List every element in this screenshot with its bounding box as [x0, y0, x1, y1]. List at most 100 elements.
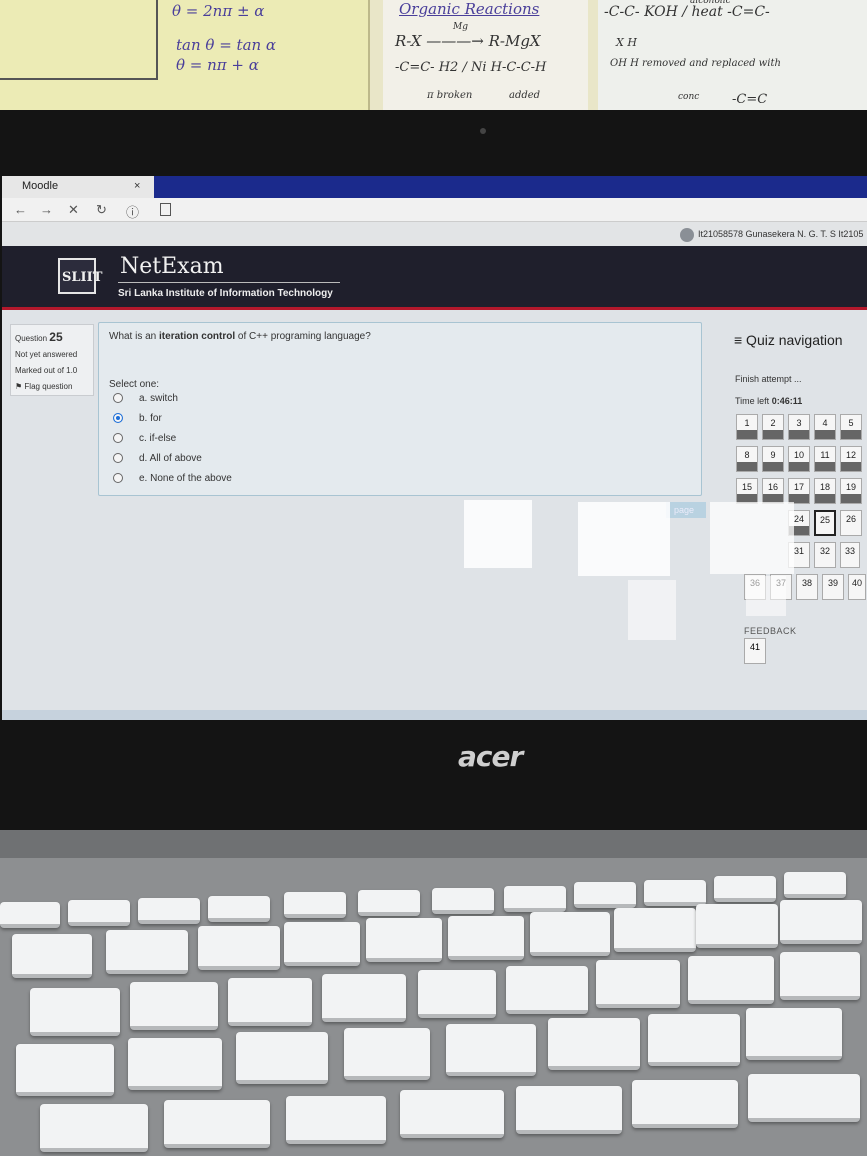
note-line: R-X ———→ R-MgX: [395, 32, 541, 50]
feedback-label: FEEDBACK: [744, 626, 797, 636]
keyboard-key: [418, 970, 496, 1018]
question-marks: Marked out of 1.0: [15, 366, 78, 375]
quiz-nav-button[interactable]: 26: [840, 510, 862, 536]
glare-reflection: [628, 580, 676, 640]
forward-arrow-icon[interactable]: →: [40, 202, 53, 217]
quiz-nav-button[interactable]: 33: [840, 542, 860, 568]
quiz-nav-button[interactable]: 12: [840, 446, 862, 472]
quiz-nav-button[interactable]: 3: [788, 414, 810, 440]
keyboard-key: [164, 1100, 270, 1148]
quiz-nav-button[interactable]: 38: [796, 574, 818, 600]
photo-scene: θ = 2nπ ± α tan θ = tan α θ = nπ + α Org…: [0, 0, 867, 1156]
quiz-nav-button[interactable]: 18: [814, 478, 836, 504]
site-info-icon[interactable]: ⓘ: [126, 202, 139, 221]
quiz-nav-button[interactable]: 10: [788, 446, 810, 472]
note-line: θ = nπ + α: [176, 56, 259, 74]
site-brand[interactable]: NetExam: [120, 254, 224, 279]
note-line: -C-C- KOH / heat -C=C-: [604, 4, 770, 20]
quiz-nav-button-current[interactable]: 25: [814, 510, 836, 536]
keyboard-key: [68, 900, 130, 926]
question-label: Question: [15, 334, 48, 343]
keyboard-key: [688, 956, 774, 1004]
user-strip: It21058578 Gunasekera N. G. T. S It2105: [2, 222, 867, 246]
brand-divider: [118, 282, 340, 283]
keyboard-key: [714, 876, 776, 902]
keyboard-key: [614, 908, 696, 952]
sliit-logo[interactable]: SLIIT: [58, 258, 102, 294]
keyboard-key: [128, 1038, 222, 1090]
laptop-hinge: [0, 830, 867, 858]
radio-button[interactable]: [113, 473, 123, 484]
answer-option-b[interactable]: b. for: [113, 413, 162, 429]
quiz-nav-button[interactable]: 39: [822, 574, 844, 600]
keyboard-key: [106, 930, 188, 974]
keyboard-key: [286, 1096, 386, 1144]
tab-title: Moodle: [22, 180, 59, 192]
note-paper-left: θ = 2nπ ± α tan θ = tan α θ = nπ + α: [0, 0, 370, 112]
quiz-nav-button[interactable]: 16: [762, 478, 784, 504]
note-line: X H: [616, 36, 637, 49]
keyboard-key: [748, 1074, 860, 1122]
radio-button[interactable]: [113, 453, 123, 464]
next-page-button[interactable]: page: [666, 502, 706, 518]
keyboard-key: [322, 974, 406, 1022]
user-name[interactable]: It21058578 Gunasekera N. G. T. S It2105: [698, 229, 863, 239]
quiz-nav-button[interactable]: 19: [840, 478, 862, 504]
keyboard-key: [632, 1080, 738, 1128]
answer-option-a[interactable]: a. switch: [113, 393, 178, 409]
keyboard-key: [236, 1032, 328, 1084]
question-info: Question 25 Not yet answered Marked out …: [10, 324, 94, 396]
radio-button[interactable]: [113, 433, 123, 444]
stop-icon[interactable]: ✕: [68, 202, 79, 218]
radio-button[interactable]: [113, 393, 123, 404]
keyboard-key: [696, 904, 778, 948]
note-line: π broken: [427, 90, 473, 101]
keyboard-key: [644, 880, 706, 906]
browser-toolbar: ← → ✕ ↻ ⓘ: [2, 198, 867, 222]
finish-attempt-link[interactable]: Finish attempt ...: [735, 374, 802, 384]
keyboard-key: [506, 966, 588, 1014]
quiz-nav-button[interactable]: 15: [736, 478, 758, 504]
feedback-nav-button[interactable]: 41: [744, 638, 766, 664]
reload-icon[interactable]: ↻: [96, 202, 107, 218]
quiz-nav-button[interactable]: 9: [762, 446, 784, 472]
keyboard-key: [138, 898, 200, 924]
user-avatar[interactable]: [680, 228, 694, 242]
radio-button-selected[interactable]: [113, 413, 123, 424]
answer-option-c[interactable]: c. if-else: [113, 433, 176, 449]
page-icon[interactable]: [160, 203, 171, 216]
keyboard-key: [432, 888, 494, 914]
time-left: Time left 0:46:11: [735, 396, 803, 406]
quiz-nav-button[interactable]: 4: [814, 414, 836, 440]
note-paper-mid: Organic Reactions Mg R-X ———→ R-MgX -C=C…: [383, 0, 588, 112]
note-line: added: [509, 90, 541, 101]
keyboard-key: [648, 1014, 740, 1066]
taskbar-strip: [2, 710, 867, 720]
quiz-nav-button[interactable]: 17: [788, 478, 810, 504]
quiz-nav-button[interactable]: 11: [814, 446, 836, 472]
flag-question-button[interactable]: ⚑ Flag question: [15, 379, 89, 395]
answer-option-d[interactable]: d. All of above: [113, 453, 202, 469]
quiz-nav-button[interactable]: 5: [840, 414, 862, 440]
question-text: What is an iteration control of C++ prog…: [109, 331, 371, 342]
back-arrow-icon[interactable]: ←: [14, 202, 27, 217]
note-line: Mg: [453, 22, 468, 32]
laptop-screen: Moodle × ← → ✕ ↻ ⓘ It21058578 Gunasekera…: [2, 176, 867, 720]
note-line: -C=C: [732, 92, 768, 107]
tab-close-icon[interactable]: ×: [134, 180, 140, 192]
keyboard-key: [784, 872, 846, 898]
answer-option-e[interactable]: e. None of the above: [113, 473, 232, 489]
keyboard-key: [130, 982, 218, 1030]
quiz-nav-button[interactable]: 2: [762, 414, 784, 440]
flag-label: Flag question: [24, 382, 73, 391]
glare-reflection: [578, 502, 670, 576]
quiz-nav-button[interactable]: 40: [848, 574, 866, 600]
keyboard-key: [284, 892, 346, 918]
acer-logo: acer: [458, 740, 523, 773]
quiz-nav-button[interactable]: 8: [736, 446, 758, 472]
quiz-nav-button[interactable]: 32: [814, 542, 836, 568]
glare-reflection: [710, 502, 794, 574]
note-line: -C=C- H2 / Ni H-C-C-H: [395, 60, 547, 75]
browser-tab[interactable]: Moodle ×: [2, 176, 154, 198]
quiz-nav-button[interactable]: 1: [736, 414, 758, 440]
